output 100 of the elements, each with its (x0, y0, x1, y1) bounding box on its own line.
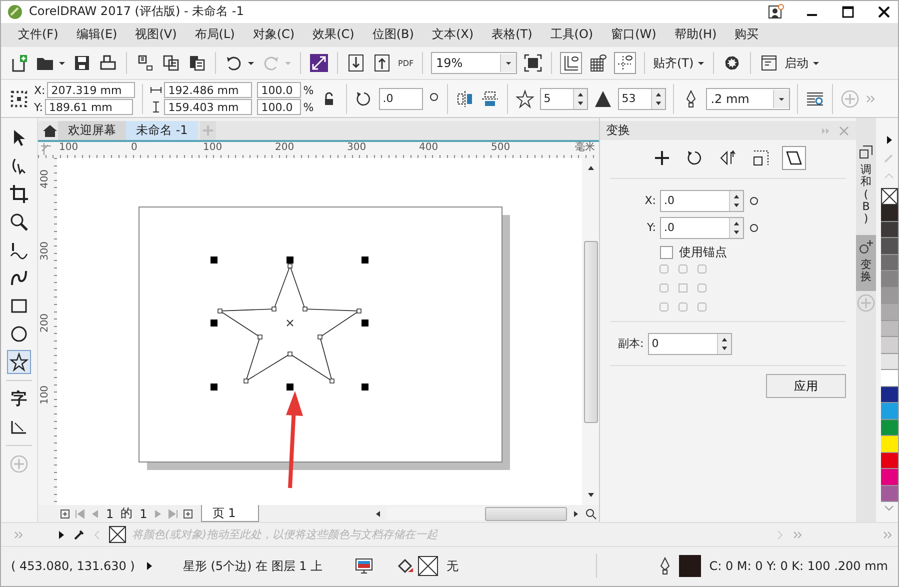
menu-item[interactable]: 位图(B) (363, 26, 423, 44)
no-color-swatch[interactable] (109, 526, 126, 544)
color-swatch[interactable] (880, 403, 898, 420)
caret-icon[interactable] (772, 90, 789, 108)
caret-icon[interactable] (696, 59, 705, 68)
object-origin-icon[interactable] (9, 88, 29, 109)
points-spinner[interactable]: 5 (540, 88, 588, 110)
color-swatch[interactable] (880, 238, 898, 255)
menu-item[interactable]: 对象(C) (244, 26, 304, 44)
color-swatch[interactable] (880, 288, 898, 304)
menu-item[interactable]: 文件(F) (9, 26, 68, 44)
selection-handle[interactable] (210, 384, 218, 391)
crop-icon[interactable] (9, 184, 29, 204)
zoom-icon[interactable] (585, 508, 597, 520)
window-icon[interactable] (758, 53, 779, 74)
scale-y-field[interactable]: 100.0 (257, 99, 302, 116)
color-swatch[interactable] (880, 205, 898, 222)
relative-position-icon[interactable] (748, 194, 760, 207)
import-icon[interactable] (346, 53, 366, 74)
zoom-dropdown[interactable]: 19% (431, 52, 517, 74)
menu-item[interactable]: 表格(T) (482, 26, 542, 44)
selection-handle[interactable] (362, 320, 368, 327)
color-swatch[interactable] (880, 420, 898, 436)
menu-item[interactable]: 文本(X) (422, 26, 483, 44)
color-swatch[interactable] (880, 271, 898, 288)
menu-item[interactable]: 窗口(W) (602, 26, 666, 44)
selection-handle[interactable] (210, 256, 218, 264)
zoom-icon[interactable] (9, 212, 29, 232)
monitor-icon[interactable] (354, 556, 374, 576)
relative-position-icon[interactable] (748, 222, 760, 234)
size-icon[interactable] (751, 148, 771, 168)
star-icon[interactable] (9, 352, 29, 372)
apply-button[interactable]: 应用 (766, 374, 846, 398)
color-swatch[interactable] (880, 469, 898, 486)
menu-item[interactable]: 视图(V) (126, 26, 186, 44)
side-tab[interactable]: 变换 (856, 234, 876, 292)
copies-spinner[interactable]: 0 (648, 332, 732, 355)
outline-width-dropdown[interactable]: .2 mm (706, 88, 790, 110)
color-swatch[interactable] (880, 254, 898, 272)
add-page-icon[interactable] (59, 508, 71, 520)
eyedropper-icon[interactable] (73, 528, 85, 541)
freehand-icon[interactable] (9, 240, 29, 260)
y-spinner[interactable]: .0 (660, 216, 744, 239)
scrollbar-thumb[interactable] (584, 240, 598, 423)
document-tab[interactable]: 未命名 -1 (126, 121, 198, 140)
scale-x-field[interactable]: 100.0 (257, 82, 302, 98)
document-tab[interactable]: 欢迎屏幕 (58, 121, 126, 140)
copy-icon[interactable] (161, 53, 181, 74)
color-swatch[interactable] (880, 452, 898, 470)
selection-handle[interactable] (362, 384, 368, 391)
export-icon[interactable] (372, 53, 392, 74)
vertical-scrollbar[interactable] (582, 158, 599, 506)
no-color-swatch[interactable] (880, 188, 898, 206)
ellipse-icon[interactable] (9, 324, 29, 344)
ruler-origin-icon[interactable] (39, 142, 53, 156)
color-swatch[interactable] (880, 354, 898, 370)
star-shape[interactable] (218, 264, 362, 384)
launch-button[interactable]: 启动 (784, 54, 809, 72)
color-swatch[interactable] (880, 386, 898, 404)
text-tool[interactable]: 字 (11, 388, 27, 410)
scrollbar-thumb[interactable] (485, 507, 567, 522)
selection-handle[interactable] (362, 256, 368, 264)
x-position-field[interactable]: 207.319 mm (47, 82, 136, 98)
maximize-icon[interactable] (840, 4, 856, 20)
selection-handle[interactable] (210, 320, 218, 327)
sharpness-spinner[interactable]: 53 (618, 88, 666, 110)
menu-item[interactable]: 布局(L) (186, 26, 244, 44)
selection-handle[interactable] (286, 384, 294, 391)
selection-handle[interactable] (286, 256, 294, 264)
height-field[interactable]: 159.403 mm (164, 99, 252, 116)
color-swatch[interactable] (880, 222, 898, 238)
menu-item[interactable]: 帮助(H) (665, 26, 726, 44)
connect-icon[interactable] (309, 53, 329, 74)
mirror-horizontal-icon[interactable] (454, 88, 475, 109)
x-spinner[interactable]: .0 (660, 190, 744, 212)
caret-icon[interactable] (812, 59, 820, 68)
menu-item[interactable]: 购买 (726, 26, 768, 44)
caret-icon[interactable] (247, 59, 255, 68)
caret-icon[interactable] (500, 54, 516, 72)
caret-icon[interactable] (58, 59, 66, 68)
full-screen-icon[interactable] (523, 53, 543, 74)
y-position-field[interactable]: 189.61 mm (44, 99, 133, 116)
checkbox[interactable] (660, 246, 673, 259)
width-field[interactable]: 192.486 mm (164, 82, 252, 98)
close-icon[interactable] (876, 4, 892, 20)
color-swatch[interactable] (880, 337, 898, 354)
color-swatch[interactable] (880, 304, 898, 321)
menu-item[interactable]: 编辑(E) (67, 26, 126, 44)
mirror-vertical-icon[interactable] (480, 88, 500, 109)
menu-item[interactable]: 工具(O) (541, 26, 602, 44)
color-swatch[interactable] (880, 370, 898, 387)
grid-icon[interactable] (588, 53, 608, 74)
snap-to-button[interactable]: 贴齐(T) (653, 54, 694, 72)
color-swatch[interactable] (880, 486, 898, 502)
paste-icon[interactable] (187, 53, 207, 74)
home-icon[interactable] (42, 122, 58, 139)
rotation-field[interactable]: .0 (378, 88, 423, 110)
menu-item[interactable]: 效果(C) (304, 26, 364, 44)
color-swatch[interactable] (880, 436, 898, 453)
page-tab[interactable]: 页 1 (201, 505, 259, 522)
